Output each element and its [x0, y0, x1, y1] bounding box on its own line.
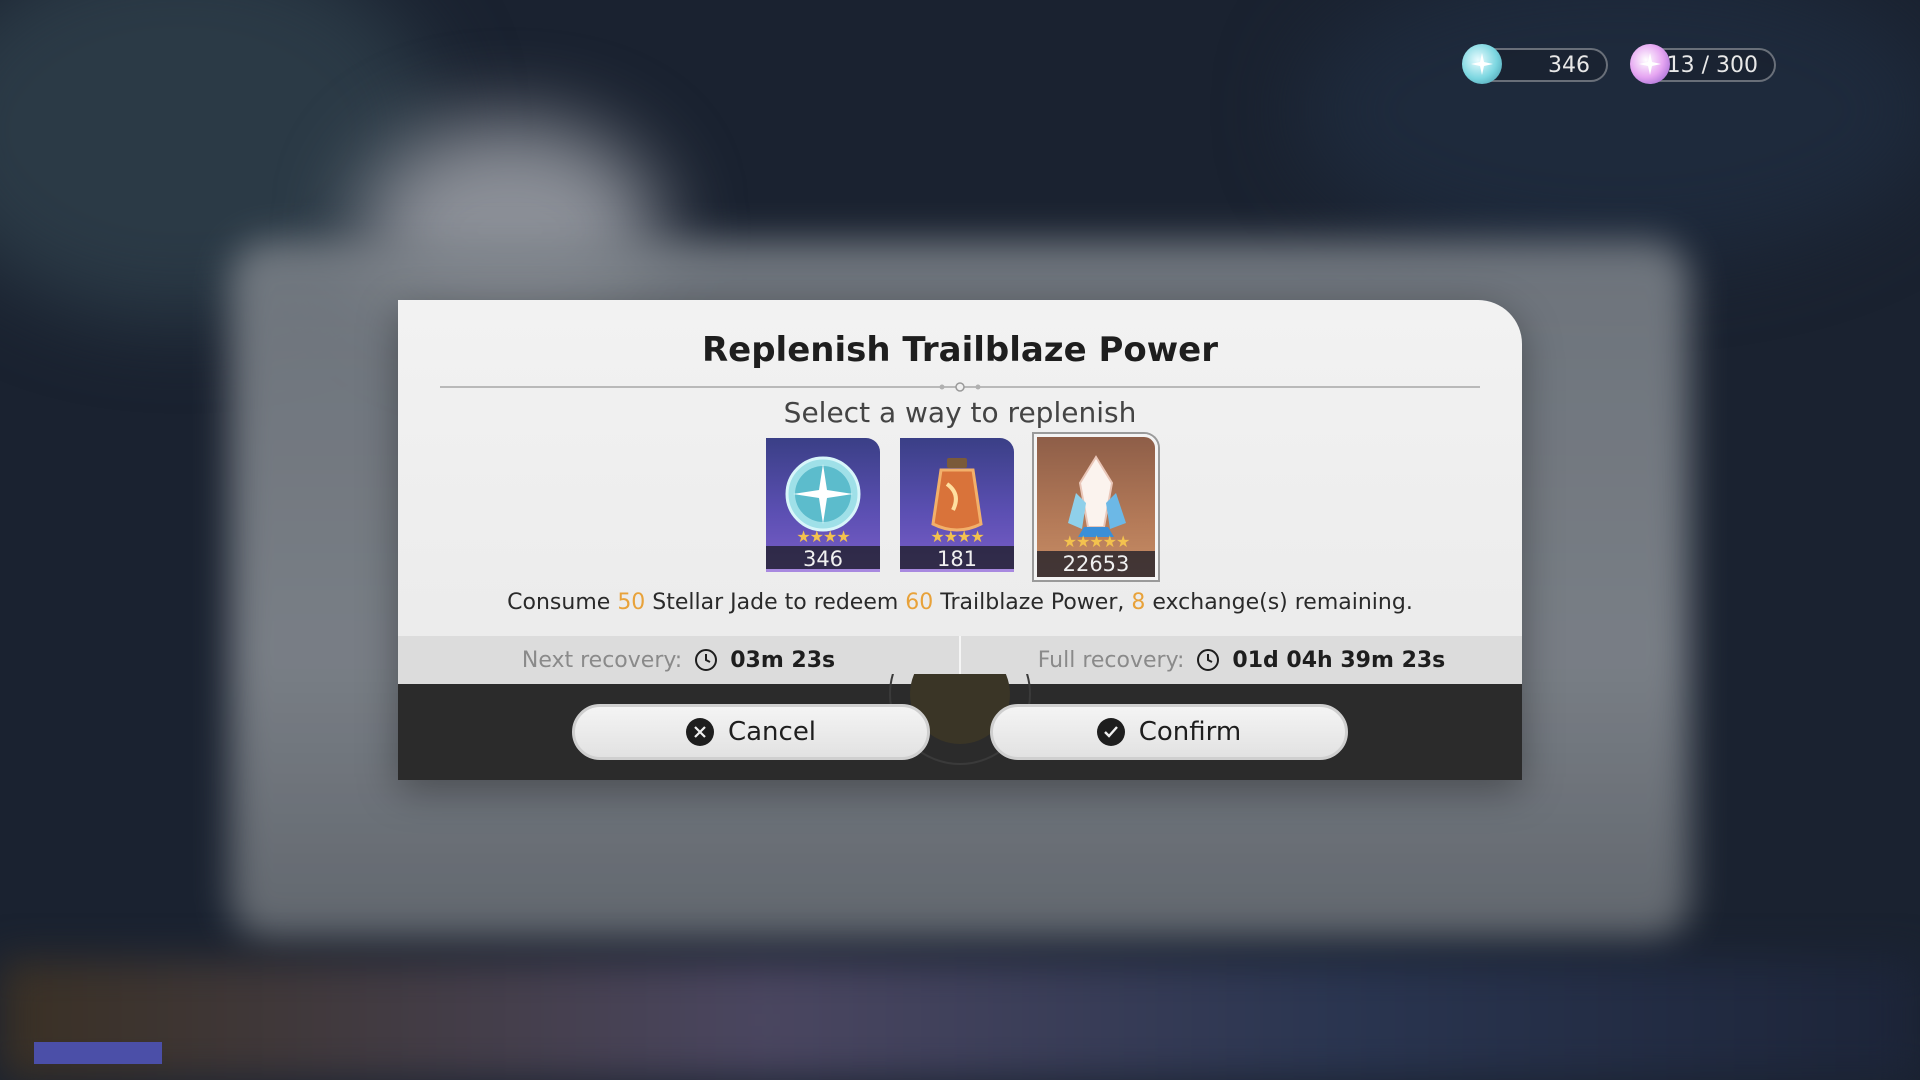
option-fuel[interactable]: ★★★★ 181	[900, 438, 1014, 572]
item-count: 22653	[1037, 551, 1155, 577]
check-icon	[1096, 718, 1125, 746]
cancel-label: Cancel	[727, 717, 817, 747]
dialog-title: Replenish Trailblaze Power	[701, 330, 1219, 370]
crystal-icon	[1068, 455, 1126, 537]
divider-ornament	[939, 382, 981, 392]
replenish-options: ★★★★ 346 ★★★★ 181 ★★★★★ 22653	[766, 434, 1158, 580]
stellar-jade-icon	[785, 456, 861, 532]
rarity-stars: ★★★★	[796, 527, 850, 546]
rarity-stars: ★★★★	[930, 527, 984, 546]
fuel-icon	[931, 458, 983, 532]
trailblaze-power-counter: 13 / 300	[1630, 44, 1776, 84]
replenish-dialog: Replenish Trailblaze Power Select a way …	[398, 300, 1522, 780]
next-recovery-label: Next recovery:	[521, 647, 683, 673]
stray-bar	[34, 1042, 162, 1064]
dialog-footer: Cancel Confirm	[398, 674, 1522, 780]
jade-cost: 50	[617, 590, 646, 615]
next-recovery-value: 03m 23s	[730, 647, 836, 673]
cancel-icon	[685, 718, 714, 746]
clock-icon	[695, 649, 718, 671]
rarity-stars: ★★★★★	[1062, 532, 1131, 551]
confirm-button[interactable]: Confirm	[990, 704, 1348, 760]
cancel-button[interactable]: Cancel	[572, 704, 930, 760]
stellar-jade-count: 346	[1548, 52, 1590, 78]
confirm-label: Confirm	[1138, 717, 1242, 747]
option-stellar-jade[interactable]: ★★★★ 346	[766, 438, 880, 572]
full-recovery-label: Full recovery:	[1037, 647, 1185, 673]
exchange-description: Consume 50 Stellar Jade to redeem 60 Tra…	[507, 590, 1413, 615]
exchanges-remaining: 8	[1131, 590, 1146, 615]
trailblaze-power-icon	[1630, 44, 1670, 84]
clock-icon	[1197, 649, 1220, 671]
full-recovery-value: 01d 04h 39m 23s	[1232, 647, 1446, 673]
dialog-subtitle: Select a way to replenish	[783, 396, 1137, 429]
power-amount: 60	[905, 590, 934, 615]
stellar-jade-icon	[1462, 44, 1502, 84]
trailblaze-power-count: 13 / 300	[1666, 52, 1758, 78]
stellar-jade-counter: 346	[1462, 44, 1608, 84]
option-oneiric-shard[interactable]: ★★★★★ 22653	[1034, 434, 1158, 580]
